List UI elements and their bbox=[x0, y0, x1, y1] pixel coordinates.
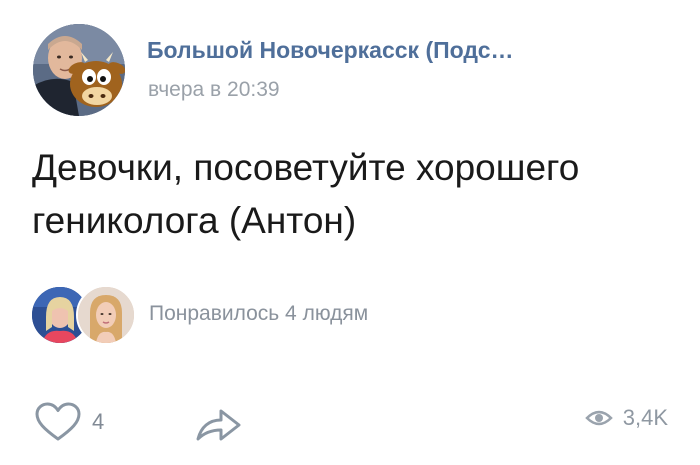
liker-avatar[interactable] bbox=[76, 285, 136, 345]
post-text: Девочки, посоветуйте хорошего гениколога… bbox=[32, 147, 580, 241]
likes-summary[interactable]: Понравилось 4 людям bbox=[149, 302, 368, 326]
group-avatar-image bbox=[33, 24, 125, 116]
share-button[interactable] bbox=[194, 403, 244, 443]
liker-avatar-image bbox=[78, 287, 134, 343]
likers-avatars[interactable] bbox=[30, 285, 140, 345]
share-arrow-icon bbox=[196, 409, 241, 441]
eye-icon bbox=[584, 410, 613, 426]
like-count: 4 bbox=[92, 409, 105, 434]
heart-outline-icon bbox=[35, 402, 81, 441]
group-name[interactable]: Большой Новочеркасск (Подс… bbox=[147, 37, 513, 64]
post-timestamp[interactable]: вчера в 20:39 bbox=[148, 78, 280, 102]
views-counter: 3,4K bbox=[584, 405, 668, 431]
like-button[interactable]: 4 bbox=[34, 402, 104, 442]
views-count: 3,4K bbox=[622, 405, 668, 430]
group-avatar[interactable] bbox=[33, 24, 125, 116]
post-card: Большой Новочеркасск (Подс… вчера в 20:3… bbox=[0, 0, 700, 465]
